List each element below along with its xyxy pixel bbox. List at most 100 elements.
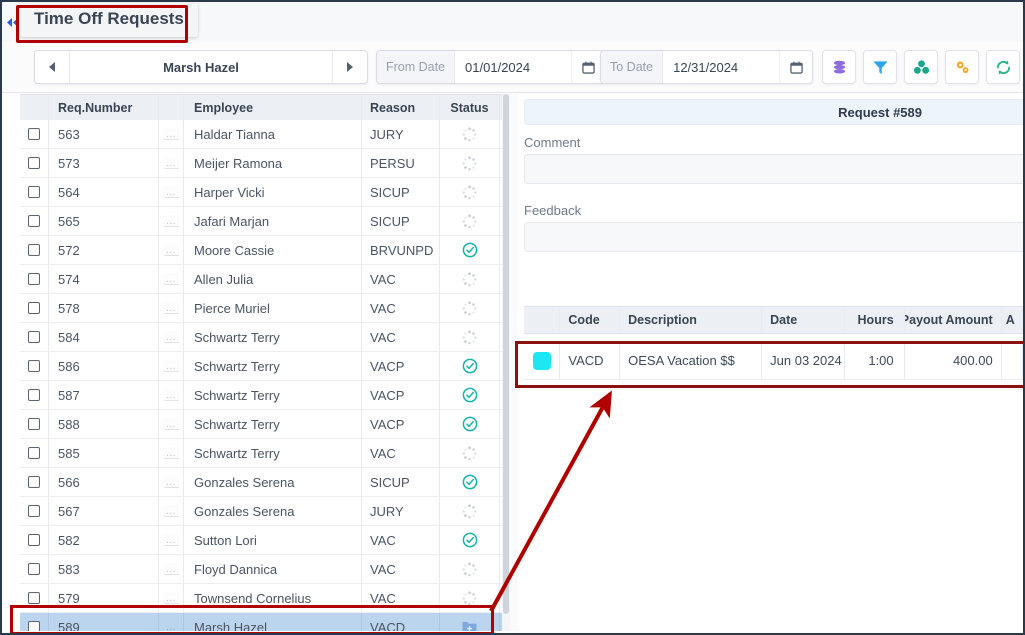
ellipsis-icon[interactable]: ... [163, 244, 179, 256]
filter-funnel-icon[interactable] [863, 50, 897, 84]
left-grid-scrollbar[interactable] [502, 94, 510, 631]
row-menu-button[interactable]: ... [159, 526, 184, 554]
cell-status[interactable] [440, 294, 500, 322]
checkbox-icon[interactable] [28, 128, 40, 140]
checkbox-icon[interactable] [28, 389, 40, 401]
table-row[interactable]: 565... Jafari Marjan SICUP [20, 207, 510, 236]
table-row[interactable]: 582... Sutton Lori VAC [20, 526, 510, 555]
row-checkbox[interactable] [20, 613, 49, 631]
checkbox-icon[interactable] [28, 215, 40, 227]
row-checkbox[interactable] [20, 381, 49, 409]
ellipsis-icon[interactable]: ... [163, 186, 179, 198]
table-row[interactable]: 578... Pierce Muriel VAC [20, 294, 510, 323]
table-row[interactable]: 566... Gonzales Serena SICUP [20, 468, 510, 497]
refresh-sync-icon[interactable] [986, 50, 1020, 84]
row-menu-button[interactable]: ... [159, 352, 184, 380]
row-checkbox[interactable] [20, 236, 49, 264]
column-header-employee[interactable]: Employee [184, 95, 362, 121]
checkbox-icon[interactable] [28, 360, 40, 372]
checkbox-icon[interactable] [28, 563, 40, 575]
row-menu-button[interactable]: ... [159, 323, 184, 351]
cell-status[interactable] [440, 207, 500, 235]
cell-status[interactable] [440, 468, 500, 496]
checkbox-icon[interactable] [28, 534, 40, 546]
ellipsis-icon[interactable]: ... [163, 331, 179, 343]
table-row[interactable]: 567... Gonzales Serena JURY [20, 497, 510, 526]
ellipsis-icon[interactable]: ... [163, 563, 179, 575]
row-checkbox[interactable] [20, 468, 49, 496]
scrollbar-thumb[interactable] [503, 94, 509, 614]
row-menu-button[interactable]: ... [159, 497, 184, 525]
table-row[interactable]: 587... Schwartz Terry VACP [20, 381, 510, 410]
next-employee-button[interactable] [332, 51, 367, 83]
table-row[interactable]: 584... Schwartz Terry VAC [20, 323, 510, 352]
checkbox-icon[interactable] [28, 505, 40, 517]
detail-column-header-description[interactable]: Description [620, 307, 763, 333]
settings-gears-icon[interactable] [945, 50, 979, 84]
detail-column-header-payout-amount[interactable]: Payout Amount [905, 307, 1002, 333]
ellipsis-icon[interactable]: ... [163, 418, 179, 430]
ellipsis-icon[interactable]: ... [163, 128, 179, 140]
table-row[interactable]: 588... Schwartz Terry VACP [20, 410, 510, 439]
ellipsis-icon[interactable]: ... [163, 273, 179, 285]
checkbox-icon[interactable] [28, 592, 40, 604]
cell-status[interactable] [440, 584, 500, 612]
checkbox-icon[interactable] [28, 476, 40, 488]
row-menu-button[interactable]: ... [159, 613, 184, 631]
row-checkbox[interactable] [20, 352, 49, 380]
row-checkbox[interactable] [20, 294, 49, 322]
ellipsis-icon[interactable]: ... [163, 534, 179, 546]
ellipsis-icon[interactable]: ... [163, 592, 179, 604]
clover-group-icon[interactable] [904, 50, 938, 84]
cell-status[interactable] [440, 265, 500, 293]
ellipsis-icon[interactable]: ... [163, 215, 179, 227]
cell-status[interactable] [440, 555, 500, 583]
prev-employee-button[interactable] [35, 51, 70, 83]
cell-status[interactable] [440, 149, 500, 177]
table-row[interactable]: 585... Schwartz Terry VAC [20, 439, 510, 468]
row-menu-button[interactable]: ... [159, 468, 184, 496]
column-header-reason[interactable]: Reason [362, 95, 440, 121]
from-date-input[interactable]: 01/01/2024 [455, 51, 572, 83]
ellipsis-icon[interactable]: ... [163, 447, 179, 459]
cell-status[interactable] [440, 439, 500, 467]
table-row[interactable]: 579... Townsend Cornelius VAC [20, 584, 510, 613]
table-row[interactable]: 572... Moore Cassie BRVUNPD [20, 236, 510, 265]
row-checkbox[interactable] [20, 410, 49, 438]
table-row[interactable]: 573... Meijer Ramona PERSU [20, 149, 510, 178]
comment-input[interactable] [524, 154, 1023, 184]
database-stack-icon[interactable] [822, 50, 856, 84]
detail-column-header-a[interactable]: A [1002, 307, 1023, 333]
feedback-input[interactable] [524, 222, 1023, 252]
cell-status[interactable] [440, 497, 500, 525]
row-menu-button[interactable]: ... [159, 381, 184, 409]
ellipsis-icon[interactable]: ... [163, 476, 179, 488]
row-checkbox[interactable] [20, 555, 49, 583]
row-menu-button[interactable]: ... [159, 149, 184, 177]
ellipsis-icon[interactable]: ... [163, 389, 179, 401]
checkbox-icon[interactable] [28, 418, 40, 430]
checkbox-icon[interactable] [28, 331, 40, 343]
table-row[interactable]: 574... Allen Julia VAC [20, 265, 510, 294]
double-left-chevron-icon[interactable] [5, 14, 21, 30]
row-checkbox[interactable] [20, 439, 49, 467]
row-checkbox[interactable] [20, 265, 49, 293]
checkbox-icon[interactable] [28, 273, 40, 285]
row-menu-button[interactable]: ... [159, 555, 184, 583]
checkbox-icon[interactable] [28, 186, 40, 198]
table-row[interactable]: 563... Haldar Tianna JURY [20, 120, 510, 149]
detail-table-row[interactable]: VACD OESA Vacation $$ Jun 03 2024 1:00 4… [524, 342, 1023, 380]
panel-divider[interactable] [510, 94, 518, 631]
row-checkbox[interactable] [20, 497, 49, 525]
row-menu-button[interactable]: ... [159, 294, 184, 322]
cell-status[interactable] [440, 323, 500, 351]
row-menu-button[interactable]: ... [159, 236, 184, 264]
row-menu-button[interactable]: ... [159, 584, 184, 612]
checkbox-icon[interactable] [28, 244, 40, 256]
table-row[interactable]: 583... Floyd Dannica VAC [20, 555, 510, 584]
column-header-status[interactable]: Status [440, 95, 500, 121]
row-menu-button[interactable]: ... [159, 207, 184, 235]
checkbox-icon[interactable] [28, 621, 40, 631]
row-menu-button[interactable]: ... [159, 410, 184, 438]
checkbox-icon[interactable] [28, 157, 40, 169]
